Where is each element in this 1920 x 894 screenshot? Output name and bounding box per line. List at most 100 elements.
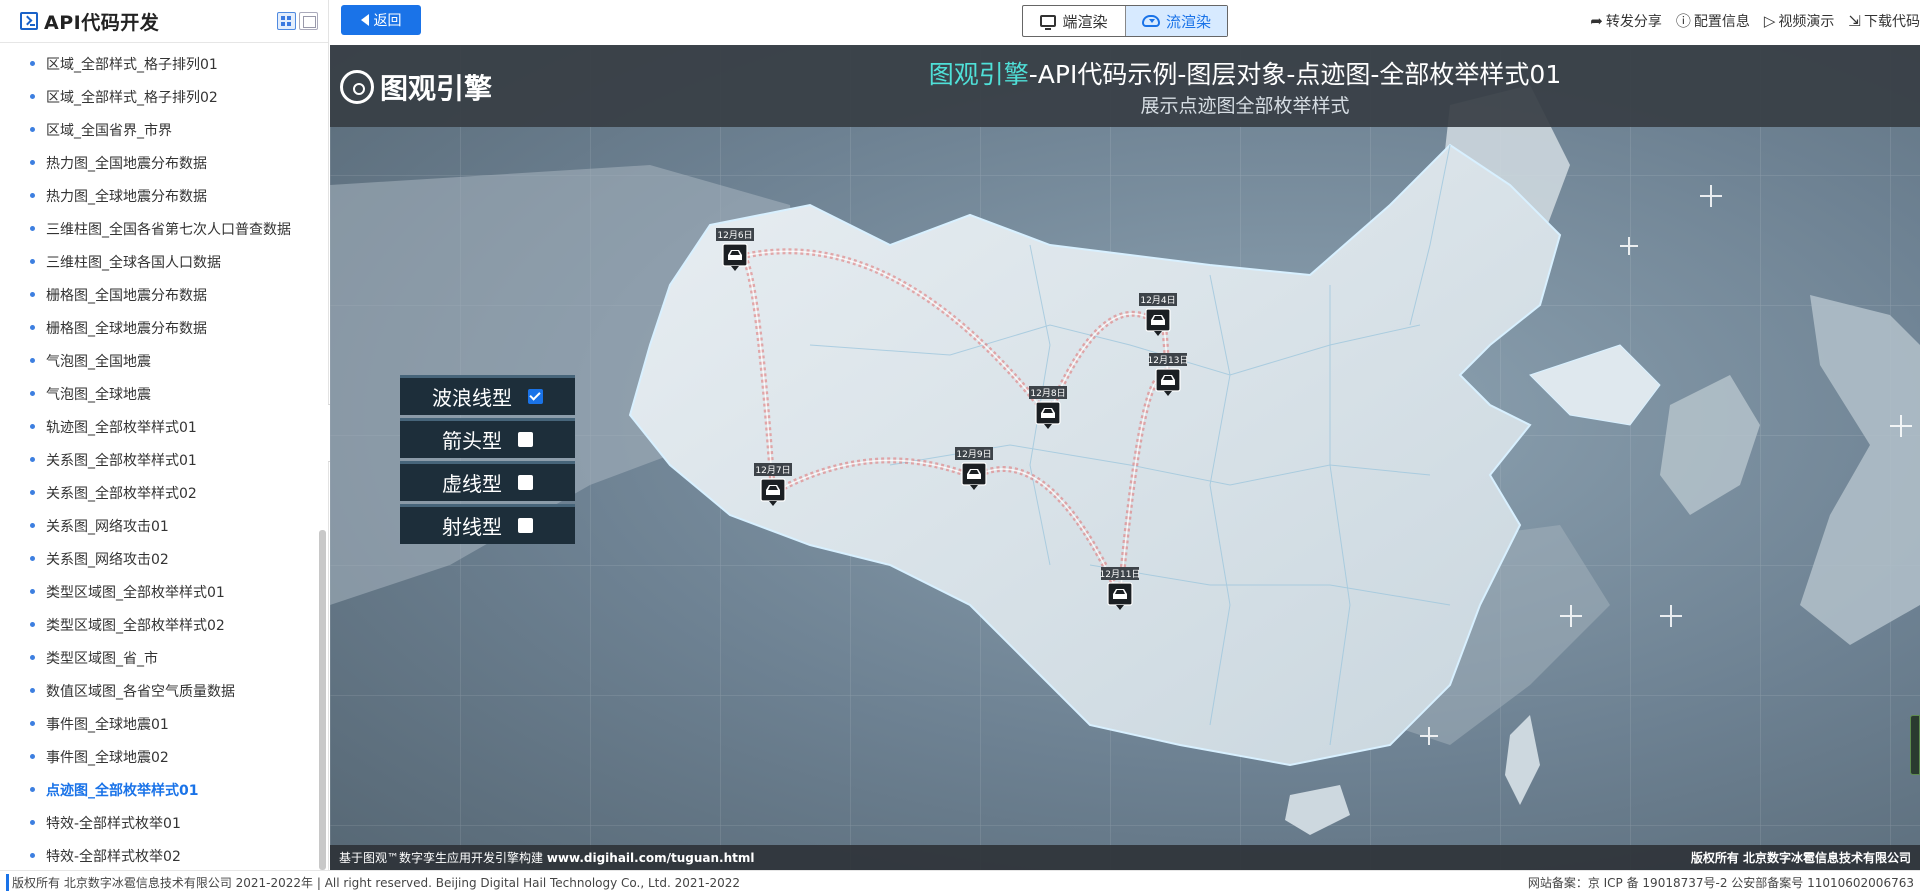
image-view-icon[interactable]	[299, 12, 318, 30]
stream-render-label: 流渲染	[1165, 12, 1211, 31]
bullet-dot-icon	[30, 589, 35, 594]
page-footer-copyright: 版权所有 北京数字冰雹信息技术有限公司 2021-2022年 | All rig…	[6, 874, 740, 891]
bullet-dot-icon	[30, 160, 35, 165]
bullet-dot-icon	[30, 556, 35, 561]
style-option-checkbox[interactable]	[518, 475, 533, 490]
sidebar-item-label: 栅格图_全国地震分布数据	[46, 287, 207, 304]
style-option-label: 射线型	[442, 515, 502, 539]
sidebar-header: API代码开发	[0, 0, 328, 43]
sidebar-item-label: 数值区域图_各省空气质量数据	[46, 683, 235, 700]
back-button[interactable]: 返回	[341, 5, 421, 35]
viewer-footer: 基于图观™数字孪生应用开发引擎构建 www.digihail.com/tugua…	[330, 845, 1920, 870]
sidebar-item[interactable]: 类型区域图_全部枚举样式01	[0, 575, 328, 608]
sidebar-item-label: 关系图_全部枚举样式02	[46, 485, 197, 502]
footer-url-link[interactable]: www.digihail.com/tuguan.html	[547, 851, 755, 865]
style-option[interactable]: 波浪线型	[400, 375, 575, 415]
bullet-dot-icon	[30, 820, 35, 825]
sidebar-item-label: 类型区域图_省_市	[46, 650, 158, 667]
marker-date-label: 12月8日	[1030, 388, 1065, 399]
bullet-dot-icon	[30, 127, 35, 132]
sidebar-item[interactable]: 关系图_网络攻击01	[0, 509, 328, 542]
marker-date-label: 12月4日	[1140, 295, 1175, 306]
client-render-label: 端渲染	[1062, 12, 1108, 31]
sidebar-item-label: 栅格图_全球地震分布数据	[46, 320, 207, 337]
sidebar-item-label: 轨迹图_全部枚举样式01	[46, 419, 197, 436]
style-option-checkbox[interactable]	[518, 432, 533, 447]
bullet-dot-icon	[30, 457, 35, 462]
sidebar-item-label: 类型区域图_全部枚举样式01	[46, 584, 225, 601]
sidebar-item[interactable]: 轨迹图_全部枚举样式01	[0, 410, 328, 443]
side-handle[interactable]	[1910, 715, 1920, 775]
sidebar-title: API代码开发	[44, 11, 160, 34]
sidebar-item[interactable]: 点迹图_全部枚举样式01	[0, 773, 328, 806]
sidebar-item[interactable]: 热力图_全国地震分布数据	[0, 146, 328, 179]
sidebar-item[interactable]: 关系图_网络攻击02	[0, 542, 328, 575]
sidebar-item-label: 事件图_全球地震02	[46, 749, 169, 766]
page-footer: 版权所有 北京数字冰雹信息技术有限公司 2021-2022年 | All rig…	[0, 870, 1920, 894]
footer-built-with: 基于图观™数字孪生应用开发引擎构建	[339, 851, 547, 865]
sidebar-item[interactable]: 特效-全部样式枚举01	[0, 806, 328, 839]
sidebar-item-label: 气泡图_全国地震	[46, 353, 151, 370]
bullet-dot-icon	[30, 655, 35, 660]
sidebar-item[interactable]: 热力图_全球地震分布数据	[0, 179, 328, 212]
sidebar-item-label: 区域_全国省界_市界	[46, 122, 172, 139]
sidebar-item[interactable]: 区域_全部样式_格子排列01	[0, 47, 328, 80]
style-option-label: 波浪线型	[432, 386, 512, 410]
viewer-header: 图观引擎 图观引擎-API代码示例-图层对象-点迹图-全部枚举样式01 展示点迹…	[330, 45, 1920, 127]
sidebar-item[interactable]: 特效-全部样式枚举02	[0, 839, 328, 872]
sidebar-item[interactable]: 数值区域图_各省空气质量数据	[0, 674, 328, 707]
sidebar-scrollbar[interactable]	[319, 530, 326, 870]
top-actions: ➦ 转发分享 ⓘ 配置信息 ▷ 视频演示 ⇲ 下载代码	[1590, 10, 1920, 31]
viewer-footer-copyright: 版权所有 北京数字冰雹信息技术有限公司	[1690, 851, 1911, 865]
sidebar: API代码开发 区域_全部样式_格子排列01 区域_全部样式_格子排列02 区域_全…	[0, 0, 329, 870]
sidebar-item[interactable]: 三维柱图_全球各国人口数据	[0, 245, 328, 278]
sidebar-item[interactable]: 类型区域图_全部枚举样式02	[0, 608, 328, 641]
sidebar-item[interactable]: 栅格图_全国地震分布数据	[0, 278, 328, 311]
bullet-dot-icon	[30, 490, 35, 495]
sidebar-item[interactable]: 关系图_全部枚举样式02	[0, 476, 328, 509]
stream-render-button[interactable]: 流渲染	[1125, 6, 1227, 36]
grid-view-icon[interactable]	[277, 12, 296, 30]
sidebar-item[interactable]: 类型区域图_省_市	[0, 641, 328, 674]
monitor-icon	[1040, 15, 1057, 30]
sidebar-item[interactable]: 气泡图_全球地震	[0, 377, 328, 410]
map-viewport[interactable]: 12月6日 12月4日 12月13日 12月8日 12月7日 12月9日 12月11日 图观…	[330, 45, 1920, 870]
video-button[interactable]: ▷ 视频演示	[1764, 10, 1835, 31]
style-option[interactable]: 虚线型	[400, 461, 575, 501]
terminal-icon	[20, 12, 38, 30]
sidebar-item-label: 点迹图_全部枚举样式01	[46, 782, 199, 799]
marker-date-label: 12月11日	[1100, 569, 1141, 580]
style-option[interactable]: 射线型	[400, 504, 575, 544]
sidebar-item[interactable]: 事件图_全球地震02	[0, 740, 328, 773]
back-button-label: 返回	[373, 13, 402, 29]
config-button[interactable]: ⓘ 配置信息	[1676, 10, 1750, 31]
play-circle-icon: ▷	[1763, 11, 1776, 30]
cloud-download-icon	[1141, 15, 1160, 27]
style-option[interactable]: 箭头型	[400, 418, 575, 458]
title-highlight: 图观引擎	[928, 60, 1029, 89]
style-option-checkbox[interactable]	[518, 518, 533, 533]
bullet-dot-icon	[30, 226, 35, 231]
sidebar-item-label: 气泡图_全球地震	[46, 386, 151, 403]
download-button[interactable]: ⇲ 下载代码	[1848, 10, 1920, 31]
sidebar-item-label: 特效-全部样式枚举02	[46, 848, 181, 865]
sidebar-item[interactable]: 三维柱图_全国各省第七次人口普查数据	[0, 212, 328, 245]
sidebar-item[interactable]: 区域_全部样式_格子排列02	[0, 80, 328, 113]
sidebar-item-label: 特效-全部样式枚举01	[46, 815, 181, 832]
title-rest: -API代码示例-图层对象-点迹图-全部枚举样式01	[1028, 60, 1562, 89]
sidebar-item[interactable]: 栅格图_全球地震分布数据	[0, 311, 328, 344]
sidebar-item[interactable]: 气泡图_全国地震	[0, 344, 328, 377]
info-icon: ⓘ	[1675, 12, 1691, 30]
sidebar-item-label: 区域_全部样式_格子排列02	[46, 89, 218, 106]
sidebar-item[interactable]: 区域_全国省界_市界	[0, 113, 328, 146]
sidebar-item[interactable]: 事件图_全球地震01	[0, 707, 328, 740]
bullet-dot-icon	[30, 853, 35, 858]
sidebar-item-label: 事件图_全球地震01	[46, 716, 169, 733]
bullet-dot-icon	[30, 622, 35, 627]
sidebar-item[interactable]: 关系图_全部枚举样式01	[0, 443, 328, 476]
share-button[interactable]: ➦ 转发分享	[1590, 10, 1662, 31]
config-label: 配置信息	[1693, 13, 1750, 30]
client-render-button[interactable]: 端渲染	[1023, 6, 1125, 36]
style-option-checkbox[interactable]	[528, 389, 543, 404]
share-label: 转发分享	[1605, 13, 1662, 30]
